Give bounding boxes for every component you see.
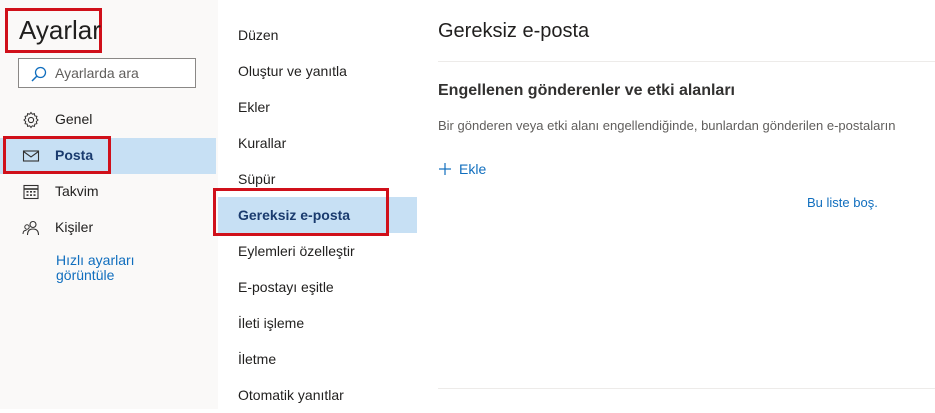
content-pane: Gereksiz e-posta Engellenen gönderenler … (417, 0, 935, 409)
mail-section-label: E-postayı eşitle (238, 279, 334, 295)
divider (438, 61, 935, 62)
mail-section-label: Oluştur ve yanıtla (238, 63, 347, 79)
quick-settings-link[interactable]: Hızlı ayarları görüntüle (56, 253, 176, 283)
mail-section-forwarding[interactable]: İletme (218, 341, 417, 377)
mail-section-sync-email[interactable]: E-postayı eşitle (218, 269, 417, 305)
nav-item-general[interactable]: Genel (0, 102, 218, 138)
divider (438, 388, 935, 389)
mail-section-label: Düzen (238, 27, 279, 43)
mail-section-message-handling[interactable]: İleti işleme (218, 305, 417, 341)
mail-section-compose-reply[interactable]: Oluştur ve yanıtla (218, 53, 417, 89)
mail-section-automatic-replies[interactable]: Otomatik yanıtlar (218, 377, 417, 413)
nav-item-calendar[interactable]: Takvim (0, 174, 218, 210)
calendar-icon (23, 184, 39, 200)
junk-email-highlight-box (213, 188, 389, 236)
plus-icon (439, 163, 451, 175)
mail-section-customize-actions[interactable]: Eylemleri özelleştir (218, 233, 417, 269)
settings-title: Ayarlar (19, 15, 101, 45)
gear-icon (23, 111, 39, 129)
settings-search-input[interactable] (55, 59, 190, 87)
settings-nav-pane: Ayarlar Genel Posta Takv (0, 0, 218, 409)
mail-section-label: Eylemleri özelleştir (238, 243, 355, 259)
mail-section-label: İleti işleme (238, 315, 305, 331)
mail-section-layout[interactable]: Düzen (218, 17, 417, 53)
section-title: Engellenen gönderenler ve etki alanları (438, 82, 735, 99)
mail-section-label: Kurallar (238, 135, 287, 151)
title-highlight-box: Ayarlar (5, 8, 102, 53)
page-title: Gereksiz e-posta (438, 20, 590, 42)
empty-list-message: Bu liste boş. (807, 195, 878, 210)
mail-section-label: Ekler (238, 99, 270, 115)
people-icon (22, 220, 40, 236)
section-description: Bir gönderen veya etki alanı engellendiğ… (438, 118, 896, 133)
mail-highlight-box (3, 136, 111, 174)
add-button-label: Ekle (459, 161, 487, 177)
nav-item-label: Genel (55, 111, 93, 127)
nav-item-label: Kişiler (55, 219, 94, 235)
nav-item-people[interactable]: Kişiler (0, 210, 218, 246)
settings-search-box[interactable] (18, 58, 196, 88)
mail-section-label: Süpür (238, 171, 276, 187)
nav-item-label: Takvim (55, 183, 99, 199)
mail-section-attachments[interactable]: Ekler (218, 89, 417, 125)
mail-section-rules[interactable]: Kurallar (218, 125, 417, 161)
mail-section-label: İletme (238, 351, 277, 367)
mail-section-label: Otomatik yanıtlar (238, 387, 344, 403)
search-icon (31, 66, 47, 82)
